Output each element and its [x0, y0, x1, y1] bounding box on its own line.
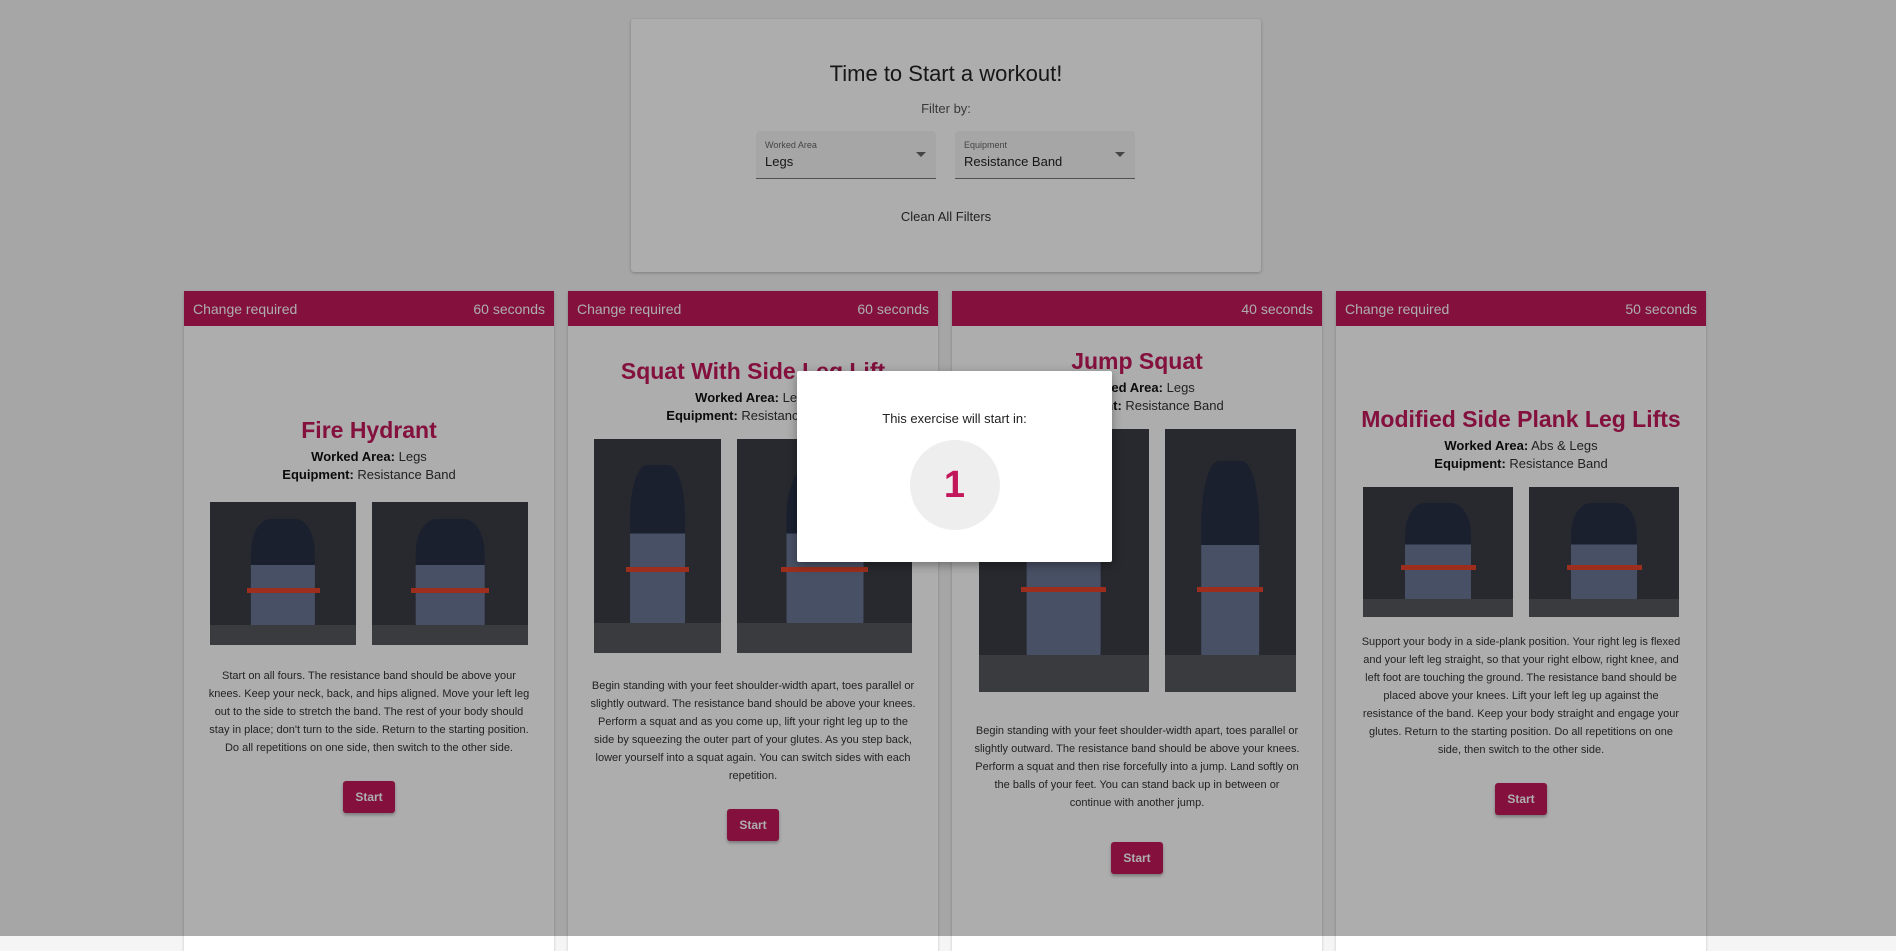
countdown-dialog: This exercise will start in: 1 — [797, 371, 1112, 562]
countdown-text: This exercise will start in: — [882, 411, 1027, 426]
countdown-number: 1 — [909, 440, 1000, 530]
